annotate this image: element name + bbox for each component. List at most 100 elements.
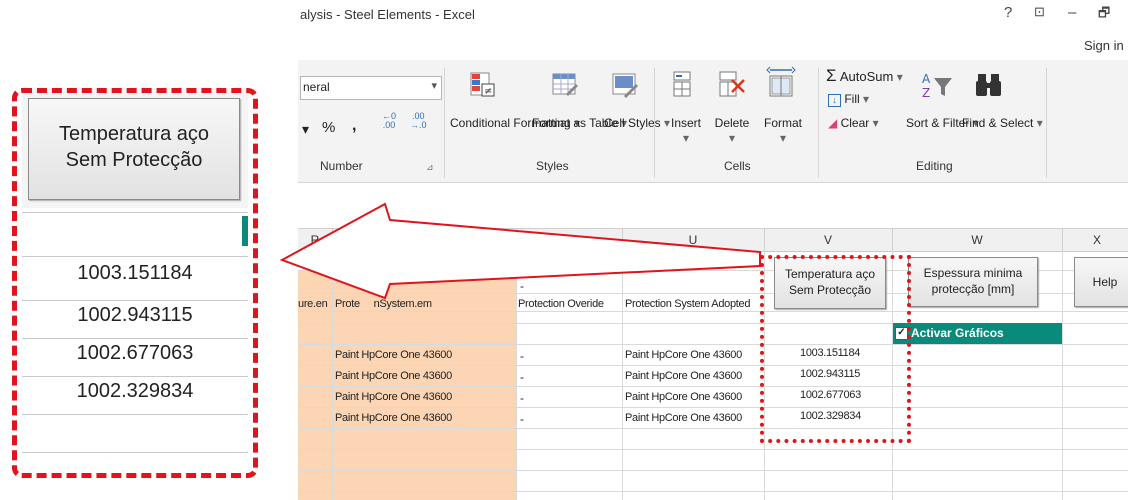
- group-separator: [444, 68, 445, 178]
- eraser-icon: ◢: [828, 116, 838, 130]
- increase-decimal-icon[interactable]: ←0.00: [382, 112, 396, 130]
- sort-filter-icon[interactable]: AZ: [920, 70, 954, 100]
- decrease-decimal-icon[interactable]: .00 →.0: [410, 112, 427, 130]
- cell-v-row1: 1003.151184: [800, 347, 861, 359]
- svg-text:Z: Z: [922, 86, 930, 100]
- sort-filter-label: Sort & Filter: [906, 116, 970, 130]
- cell-u-row1: Paint HpCore One 43600: [625, 349, 742, 361]
- svg-text:A: A: [922, 72, 931, 86]
- zoom-value-4: 1002.329834: [76, 380, 194, 402]
- temperatura-sem-proteccao-button[interactable]: Temperatura aço Sem Protecção: [774, 257, 886, 309]
- btn-temp-line1: Temperatura aço: [784, 267, 876, 281]
- help-icon[interactable]: ?: [1004, 4, 1012, 21]
- row-line: [298, 449, 1128, 450]
- find-select-label: Find & Select: [962, 116, 1034, 130]
- zoom-temperatura-button[interactable]: Temperatura aço Sem Protecção: [28, 98, 240, 200]
- conditional-formatting-button[interactable]: Conditional Formatting ▾: [450, 116, 580, 131]
- editing-group-label: Editing: [916, 159, 953, 173]
- restore-icon[interactable]: 🗗: [1098, 4, 1110, 26]
- percent-style-button[interactable]: %: [322, 120, 335, 135]
- row-line: [298, 344, 1128, 345]
- activar-graficos-label: Activar Gráficos: [911, 326, 1004, 340]
- teal-edge: [242, 216, 248, 246]
- cells-group-label: Cells: [724, 159, 751, 173]
- column-header-v[interactable]: V: [764, 229, 893, 251]
- styles-group-label: Styles: [536, 159, 569, 173]
- delete-label: Delete: [714, 116, 750, 130]
- format-as-table-icon[interactable]: [552, 72, 580, 100]
- arrow-annotation: [279, 202, 761, 300]
- binoculars-icon[interactable]: [974, 70, 1004, 100]
- sign-in-link[interactable]: Sign in: [1084, 38, 1124, 53]
- cell-s-row2: Paint HpCore One 43600: [335, 370, 452, 382]
- fill-button[interactable]: ↓ Fill ▾: [828, 92, 869, 107]
- checkbox-checked-icon[interactable]: ✓: [895, 327, 908, 340]
- row-line: [22, 376, 248, 377]
- comma-style-button[interactable]: ,: [352, 118, 356, 134]
- ribbon: neral ▾ ▾ % , ←0.00 .00 →.0 Number ⊿ ≠ Co…: [298, 60, 1128, 183]
- number-group-label: Number: [320, 159, 363, 173]
- row-line: [298, 386, 1128, 387]
- btn-temp-line2: Sem Protecção: [788, 283, 872, 297]
- row-line: [22, 256, 248, 257]
- zoom-value-2: 1002.943115: [77, 304, 193, 326]
- btn-esp-line2: protecção [mm]: [931, 282, 1015, 296]
- left-arrow-shape: [279, 202, 761, 300]
- col-line: [1062, 251, 1063, 500]
- chevron-down-icon: ▾: [431, 80, 437, 92]
- espessura-minima-button[interactable]: Espessura minima protecção [mm]: [908, 257, 1038, 307]
- row-line: [22, 300, 248, 301]
- find-select-button[interactable]: Find & Select ▾: [962, 116, 1043, 131]
- column-header-w[interactable]: W: [892, 229, 1063, 251]
- cell-t-row3: -: [520, 391, 524, 405]
- format-cells-icon[interactable]: [766, 66, 796, 100]
- insert-cells-icon[interactable]: [672, 70, 696, 100]
- sort-filter-button[interactable]: Sort & Filter ▾: [906, 116, 979, 131]
- zoom-value-3: 1002.677063: [76, 342, 194, 364]
- cell-u-row4: Paint HpCore One 43600: [625, 412, 742, 424]
- fill-label: Fill: [844, 92, 860, 106]
- row-line: [22, 414, 248, 415]
- delete-cells-icon[interactable]: [718, 70, 746, 100]
- row-line: [22, 452, 248, 453]
- conditional-formatting-icon[interactable]: ≠: [470, 72, 496, 98]
- delete-button[interactable]: Delete ▾: [712, 116, 752, 146]
- row-line: [298, 365, 1128, 366]
- row-line: [22, 338, 248, 339]
- clear-label: Clear: [840, 116, 870, 130]
- cell-s-row4: Paint HpCore One 43600: [335, 412, 452, 424]
- minimize-icon[interactable]: –: [1068, 4, 1076, 21]
- fill-down-icon: ↓: [828, 94, 841, 107]
- insert-button[interactable]: Insert ▾: [668, 116, 704, 146]
- format-button[interactable]: Format ▾: [760, 116, 806, 146]
- title-bar: alysis - Steel Elements - Excel ? ⊡ – 🗗 …: [298, 0, 1128, 53]
- autosum-label: AutoSum: [839, 69, 894, 84]
- clear-button[interactable]: ◢ Clear ▾: [828, 116, 879, 131]
- cell-t-row1: -: [520, 349, 524, 363]
- btn-esp-line1: Espessura minima: [923, 266, 1023, 280]
- number-format-select[interactable]: neral ▾: [300, 76, 442, 100]
- zoom-btn-line1: Temperatura aço: [58, 123, 210, 145]
- row-line: [298, 428, 1128, 429]
- autosum-button[interactable]: Σ AutoSum ▾: [826, 67, 903, 85]
- ribbon-display-icon[interactable]: ⊡: [1034, 4, 1045, 20]
- cell-styles-icon[interactable]: [612, 72, 640, 100]
- row-line: [22, 212, 248, 213]
- cell-u-row2: Paint HpCore One 43600: [625, 370, 742, 382]
- zoom-value-1: 1003.151184: [77, 262, 193, 284]
- format-as-table-button[interactable]: Format as Table ▾: [532, 116, 627, 131]
- activar-graficos-cell[interactable]: ✓ Activar Gráficos: [893, 323, 1062, 344]
- cell-s-row3: Paint HpCore One 43600: [335, 391, 452, 403]
- format-label: Format: [763, 116, 802, 130]
- column-header-x[interactable]: X: [1062, 229, 1128, 251]
- cell-t-row2: -: [520, 370, 524, 384]
- cell-v-row4: 1002.329834: [800, 410, 861, 422]
- row-line: [298, 470, 1128, 471]
- row-line: [298, 491, 1128, 492]
- row-line: [298, 407, 1128, 408]
- dialog-launcher-icon[interactable]: ⊿: [426, 160, 434, 175]
- cell-styles-button[interactable]: Cell Styles ▾: [604, 116, 670, 131]
- cell-v-row3: 1002.677063: [800, 389, 861, 401]
- help-button[interactable]: Help: [1074, 257, 1128, 307]
- currency-dropdown-icon[interactable]: ▾: [302, 122, 309, 137]
